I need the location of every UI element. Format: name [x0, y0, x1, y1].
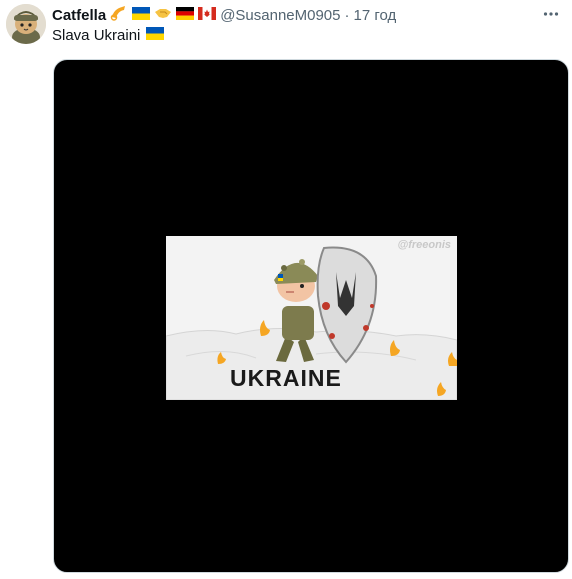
video-caption-word: UKRAINE	[230, 365, 342, 391]
tweet-text-content: Slava Ukraini	[52, 27, 141, 44]
avatar[interactable]	[6, 4, 46, 44]
video-frame: @freeonis UKRAINE	[166, 236, 457, 400]
germany-flag-icon	[176, 6, 195, 24]
tweet-header: Catfella @SusanneM0905 · 17 год	[52, 5, 396, 25]
avatar-image	[6, 4, 46, 44]
watermark-text: @freeonis	[397, 239, 451, 251]
media-video[interactable]: @freeonis UKRAINE	[53, 59, 569, 573]
tweet-text: Slava Ukraini	[52, 27, 165, 44]
tweet: Catfella @SusanneM0905 · 17 год Slava Uk…	[0, 0, 572, 579]
ukraine-flag-icon	[132, 6, 151, 24]
horn-icon	[110, 5, 128, 25]
timestamp[interactable]: 17 год	[354, 7, 397, 24]
ukraine-flag-icon	[146, 27, 165, 44]
author-name[interactable]: Catfella	[52, 7, 106, 24]
handshake-icon	[154, 6, 172, 24]
canada-flag-icon	[198, 6, 217, 24]
header-separator: ·	[344, 6, 350, 24]
author-handle[interactable]: @SusanneM0905	[220, 7, 340, 24]
more-options-icon[interactable]	[540, 3, 562, 25]
